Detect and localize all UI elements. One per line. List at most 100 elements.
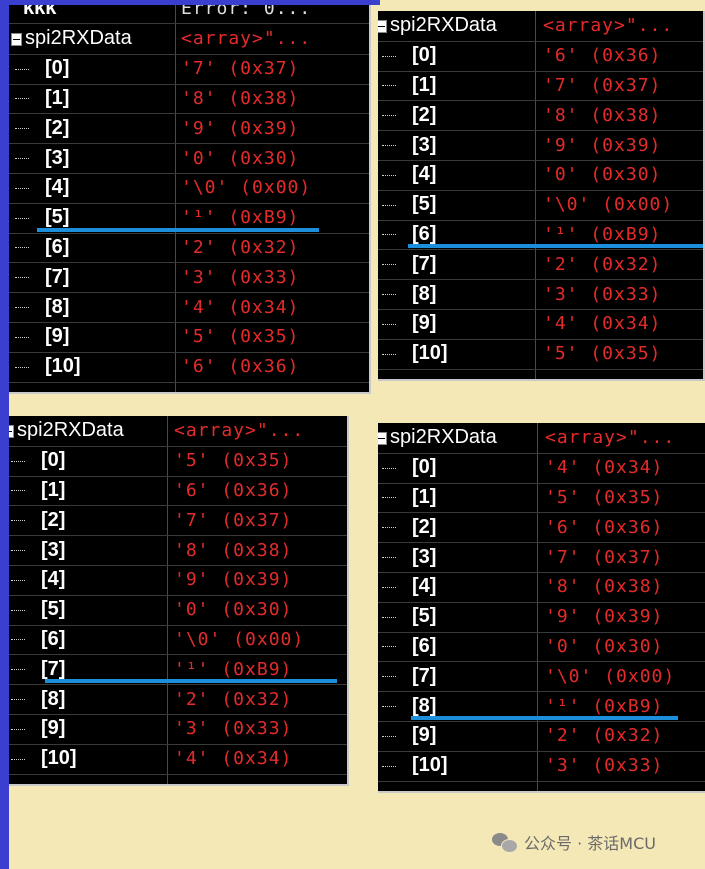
element-index: [5] [412, 193, 437, 216]
tree-connector [382, 765, 396, 767]
element-value: '2' (0x32) [543, 253, 662, 275]
array-header-row[interactable]: spi2RXData <array>"... [378, 423, 705, 454]
array-element-row[interactable]: [0] '4' (0x34) [378, 453, 705, 484]
array-element-row[interactable]: [7] '2' (0x32) [378, 249, 703, 281]
array-element-row[interactable]: [6] '2' (0x32) [9, 233, 369, 264]
tree-connector [382, 735, 396, 737]
tree-connector [11, 460, 25, 462]
element-index: [2] [412, 103, 437, 126]
array-element-row[interactable]: [10] '6' (0x36) [9, 352, 369, 383]
array-header-row[interactable]: spi2RXData <array>"... [9, 416, 347, 447]
array-name: spi2RXData [17, 419, 124, 442]
collapse-minus-icon[interactable] [11, 32, 22, 46]
element-value: '4' (0x34) [174, 748, 293, 770]
element-value: '6' (0x36) [181, 356, 300, 378]
array-header-row[interactable]: spi2RXData <array>"... [9, 24, 369, 55]
element-value: '5' (0x35) [174, 450, 293, 472]
element-value: '6' (0x36) [174, 479, 293, 501]
element-value: '5' (0x35) [545, 486, 664, 508]
element-index: [0] [45, 57, 70, 80]
element-index: [4] [41, 568, 66, 591]
element-index: [3] [412, 133, 437, 156]
array-element-row[interactable]: [3] '7' (0x37) [378, 542, 705, 573]
element-index: [1] [41, 478, 66, 501]
array-element-row[interactable]: [9] '5' (0x35) [9, 322, 369, 353]
array-element-row[interactable]: [9] '4' (0x34) [378, 309, 703, 340]
element-value: '5' (0x35) [181, 326, 300, 348]
array-element-row[interactable]: [8] '2' (0x32) [9, 684, 347, 715]
array-element-row[interactable]: [1] '8' (0x38) [9, 84, 369, 115]
element-index: [7] [412, 664, 437, 687]
window-frame-left [0, 0, 9, 869]
array-element-row[interactable]: [2] '6' (0x36) [378, 512, 705, 544]
tree-connector [382, 586, 396, 588]
array-element-row[interactable]: [4] '9' (0x39) [9, 565, 347, 596]
element-index: [6] [412, 634, 437, 657]
array-element-row[interactable]: [1] '6' (0x36) [9, 476, 347, 507]
tree-connector [15, 68, 29, 70]
array-element-row[interactable]: [4] '0' (0x30) [378, 160, 703, 191]
array-element-row[interactable]: [3] '8' (0x38) [9, 535, 347, 566]
highlight-underline [411, 716, 678, 720]
array-element-row[interactable]: [5] '0' (0x30) [9, 595, 347, 626]
element-value: '\0' (0x00) [181, 177, 312, 199]
array-element-row[interactable]: [9] '2' (0x32) [378, 721, 705, 752]
array-name: spi2RXData [390, 14, 497, 37]
array-element-row[interactable]: [6] '\0' (0x00) [9, 625, 347, 656]
array-element-row[interactable]: [8] '3' (0x33) [378, 279, 703, 310]
element-index: [9] [45, 325, 70, 348]
array-element-row[interactable]: [7] '\0' (0x00) [378, 661, 705, 693]
element-index: [2] [41, 508, 66, 531]
element-value: '6' (0x36) [545, 516, 664, 538]
wechat-icon [492, 831, 518, 853]
array-element-row[interactable]: [2] '9' (0x39) [9, 113, 369, 145]
array-element-row[interactable]: [3] '9' (0x39) [378, 130, 703, 161]
element-index: [7] [412, 252, 437, 275]
element-index: [5] [412, 605, 437, 628]
element-value: '0' (0x30) [174, 599, 293, 621]
array-element-row[interactable]: [0] '7' (0x37) [9, 54, 369, 85]
array-element-row[interactable]: [4] '8' (0x38) [378, 572, 705, 603]
tree-connector [382, 264, 396, 266]
watch-panel-4: spi2RXData <array>"... [0] '4' (0x34) [1] '5'… [378, 423, 705, 793]
element-index: [0] [412, 456, 437, 479]
collapse-minus-icon[interactable] [9, 424, 14, 438]
tree-connector [382, 676, 396, 678]
array-element-row[interactable]: [8] '4' (0x34) [9, 292, 369, 323]
array-element-row[interactable]: [10] '5' (0x35) [378, 339, 703, 370]
element-value: '3' (0x33) [174, 718, 293, 740]
array-element-row[interactable]: [10] '3' (0x33) [378, 751, 705, 782]
array-element-row[interactable]: [0] '5' (0x35) [9, 446, 347, 477]
tree-connector [15, 336, 29, 338]
array-name: spi2RXData [390, 426, 497, 449]
array-value: <array>"... [174, 420, 305, 442]
watermark: 公众号 · 茶话MCU [492, 828, 656, 856]
array-element-row[interactable]: [1] '7' (0x37) [378, 71, 703, 102]
tree-connector [382, 706, 396, 708]
element-value: '8' (0x38) [181, 87, 300, 109]
array-element-row[interactable]: [1] '5' (0x35) [378, 483, 705, 514]
array-element-row[interactable]: [5] '9' (0x39) [378, 602, 705, 633]
array-element-row[interactable]: [2] '8' (0x38) [378, 100, 703, 132]
array-element-row[interactable]: [4] '\0' (0x00) [9, 173, 369, 204]
array-element-row[interactable]: [10] '4' (0x34) [9, 744, 347, 775]
element-index: [4] [412, 575, 437, 598]
tree-connector [15, 187, 29, 189]
array-element-row[interactable]: [7] '3' (0x33) [9, 262, 369, 294]
element-value: '5' (0x35) [543, 343, 662, 365]
element-value: '8' (0x38) [545, 576, 664, 598]
array-element-row[interactable]: [2] '7' (0x37) [9, 505, 347, 537]
tree-connector [15, 277, 29, 279]
tree-connector [382, 323, 396, 325]
array-element-row[interactable]: [0] '6' (0x36) [378, 41, 703, 72]
array-element-row[interactable]: [3] '0' (0x30) [9, 143, 369, 174]
tree-connector [382, 497, 396, 499]
partial-row-kkk[interactable]: kkk Error: 0... [9, 5, 369, 24]
collapse-minus-icon[interactable] [378, 431, 387, 445]
collapse-minus-icon[interactable] [378, 19, 387, 33]
array-element-row[interactable]: [5] '\0' (0x00) [378, 190, 703, 221]
array-header-row[interactable]: spi2RXData <array>"... [378, 11, 703, 42]
element-index: [8] [412, 282, 437, 305]
array-element-row[interactable]: [9] '3' (0x33) [9, 714, 347, 745]
array-element-row[interactable]: [6] '0' (0x30) [378, 632, 705, 663]
